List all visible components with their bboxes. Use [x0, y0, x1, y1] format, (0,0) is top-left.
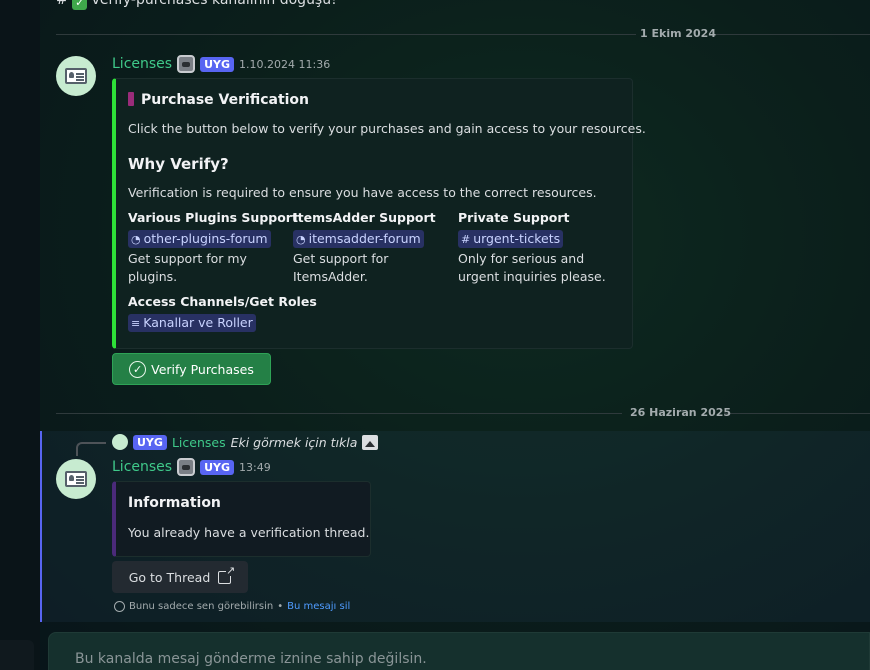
channel-mention[interactable]: ◔ other-plugins-forum [128, 230, 271, 248]
embed-title: Purchase Verification [128, 92, 309, 108]
ephemeral-text: Bunu sadece sen görebilirsin [129, 601, 274, 612]
verify-purchases-button[interactable]: ✓ Verify Purchases [112, 353, 271, 385]
date-divider-line [56, 34, 636, 35]
embed-title-text: Purchase Verification [141, 92, 310, 108]
channel-name: itemsadder-forum [308, 231, 421, 246]
username[interactable]: Licenses [112, 56, 172, 72]
ephemeral-separator: • [277, 601, 284, 612]
rail-icon[interactable] [0, 640, 34, 670]
avatar[interactable] [56, 459, 96, 499]
channel-name: urgent-tickets [473, 231, 561, 246]
button-label: Verify Purchases [151, 361, 254, 377]
field-name: ItemsAdder Support [293, 210, 436, 225]
reply-preview[interactable]: UYG Licenses Eki görmek için tıkla [112, 434, 379, 450]
channel-mention[interactable]: ≡ Kanallar ve Roller [128, 314, 256, 332]
section-title: Why Verify? [128, 155, 229, 173]
embed-description: Click the button below to verify your pu… [128, 121, 646, 136]
external-link-icon [218, 564, 236, 584]
field-name: Private Support [458, 210, 570, 225]
dismiss-message-link[interactable]: Bu mesajı sil [287, 601, 350, 612]
field-name: Access Channels/Get Roles [128, 294, 317, 309]
date-divider-label: 1 Ekim 2024 [640, 27, 716, 40]
composer-placeholder: Bu kanalda mesaj gönderme iznine sahip d… [75, 651, 427, 667]
date-divider-line [724, 413, 870, 414]
timestamp[interactable]: 1.10.2024 11:36 [239, 58, 330, 71]
date-divider-line [56, 413, 622, 414]
forum-icon: ◔ [296, 233, 306, 246]
information-embed: Information You already have a verificat… [112, 481, 371, 557]
button-label: Go to Thread [128, 569, 211, 585]
channel-mention[interactable]: ◔ itemsadder-forum [293, 230, 424, 248]
hash-icon: # [461, 233, 471, 246]
previous-message-text: verify-purchases kanalının doğuşu! [91, 0, 337, 8]
message-header: Licenses UYG 13:49 [112, 458, 271, 476]
timestamp[interactable]: 13:49 [239, 461, 271, 474]
reply-connector [76, 442, 106, 456]
eye-icon [114, 601, 125, 612]
channel-mention[interactable]: # urgent-tickets [458, 230, 564, 248]
field-name: Various Plugins Support [128, 210, 298, 225]
channels-roles-icon: ≡ [131, 317, 141, 330]
bot-icon [177, 55, 196, 73]
channel-name: Kanallar ve Roller [143, 315, 253, 330]
avatar[interactable] [56, 56, 96, 96]
field-value: Get support for ItemsAdder. [293, 251, 389, 284]
field-value: Get support for my plugins. [128, 251, 247, 284]
date-divider-label: 26 Haziran 2025 [630, 406, 732, 419]
date-divider-line [710, 34, 870, 35]
forum-icon: ◔ [131, 233, 141, 246]
field-value: Only for serious and urgent inquiries ple… [458, 251, 606, 284]
section-text: Verification is required to ensure you h… [128, 185, 597, 200]
app-tag: UYG [200, 459, 235, 475]
verification-embed: Purchase Verification Click the button b… [112, 78, 646, 349]
app-tag: UYG [133, 434, 167, 450]
check-mark-icon: ✓ [72, 0, 88, 10]
left-rail [0, 0, 40, 670]
app-tag: UYG [200, 56, 235, 72]
reply-text[interactable]: Eki görmek için tıkla [231, 435, 358, 450]
embed-title: Information [128, 495, 221, 511]
bookmark-icon [128, 92, 134, 106]
check-circle-icon: ✓ [129, 360, 147, 378]
hash-prefix: # [56, 0, 68, 8]
ephemeral-notice: Bunu sadece sen görebilirsin • Bu mesajı… [114, 601, 350, 612]
image-icon [362, 434, 379, 450]
previous-message: # ✓ verify-purchases kanalının doğuşu! [56, 0, 337, 10]
username[interactable]: Licenses [112, 459, 172, 475]
embed-description: You already have a verification thread. [128, 525, 370, 540]
message-composer: Bu kanalda mesaj gönderme iznine sahip d… [48, 632, 870, 670]
reply-avatar [112, 434, 128, 450]
go-to-thread-button[interactable]: Go to Thread [112, 561, 248, 593]
message-header: Licenses UYG 1.10.2024 11:36 [112, 55, 330, 73]
bot-icon [177, 458, 196, 476]
channel-name: other-plugins-forum [143, 231, 268, 246]
reply-username[interactable]: Licenses [172, 435, 226, 450]
